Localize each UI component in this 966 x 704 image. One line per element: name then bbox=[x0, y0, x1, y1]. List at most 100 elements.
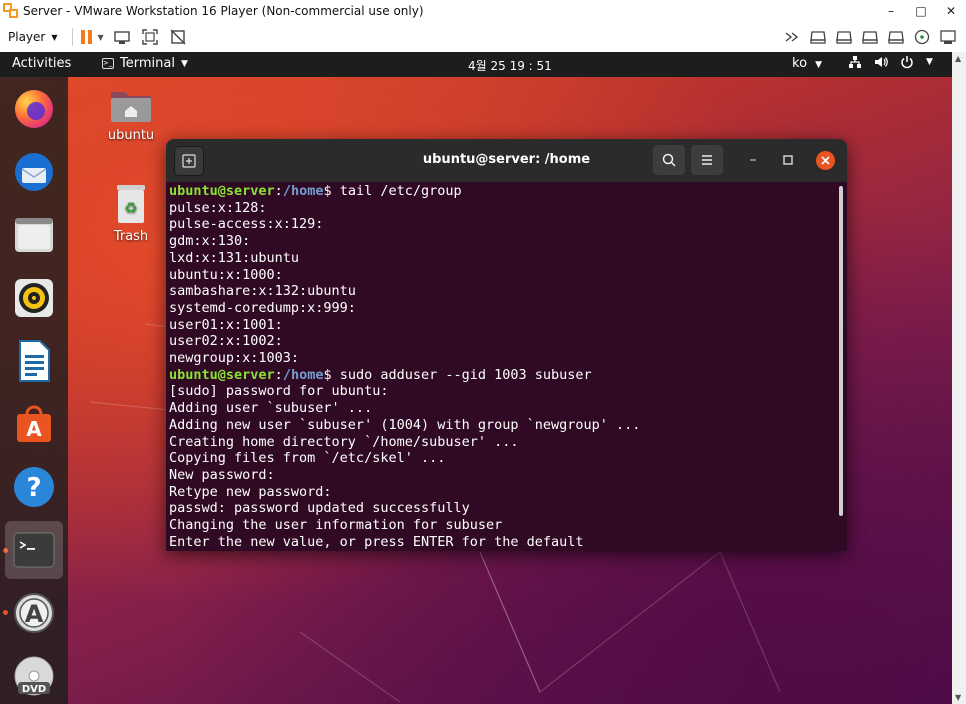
svg-text:DVD: DVD bbox=[22, 684, 46, 695]
libreoffice-writer-icon[interactable] bbox=[12, 339, 56, 383]
output-line: lxd:x:131:ubuntu bbox=[169, 249, 300, 266]
hamburger-menu-button[interactable] bbox=[691, 145, 723, 175]
output-line: sambashare:x:132:ubuntu bbox=[169, 283, 356, 300]
terminal-scrollbar[interactable] bbox=[839, 186, 843, 516]
output-line: Changing the user information for subuse… bbox=[169, 517, 503, 534]
prompt-separator: : bbox=[274, 366, 283, 383]
vmware-titlebar: Server - VMware Workstation 16 Player (N… bbox=[0, 0, 966, 23]
desktop-trash[interactable]: ♻ Trash bbox=[101, 183, 161, 244]
desktop-home-folder[interactable]: ubuntu bbox=[101, 86, 161, 143]
more-devices-icon[interactable] bbox=[782, 27, 802, 47]
chevron-down-icon[interactable]: ▼ bbox=[98, 33, 104, 42]
terminal-icon[interactable] bbox=[5, 521, 63, 579]
app-menu-label: Terminal bbox=[120, 56, 175, 71]
output-line: Retype new password: bbox=[169, 483, 332, 500]
output-line: user01:x:1001: bbox=[169, 316, 283, 333]
output-line: passwd: password updated successfully bbox=[169, 500, 470, 517]
output-line: ubuntu:x:1000: bbox=[169, 266, 283, 283]
output-line: Adding user `subuser' ... bbox=[169, 400, 373, 417]
activities-button[interactable]: Activities bbox=[12, 56, 71, 71]
search-button[interactable] bbox=[653, 145, 685, 175]
prompt-path: /home bbox=[282, 183, 324, 199]
output-line: user02:x:1002: bbox=[169, 333, 283, 350]
minimize-button[interactable]: – bbox=[744, 151, 762, 169]
output-line: pulse-access:x:129: bbox=[169, 216, 324, 233]
prompt-user: ubuntu@server bbox=[169, 366, 275, 383]
vmware-scrollbar[interactable]: ▲ ▼ bbox=[952, 52, 966, 704]
system-tray[interactable]: ▼ bbox=[848, 55, 933, 69]
prompt-symbol: $ bbox=[323, 366, 340, 383]
output-line: Copying files from `/etc/skel' ... bbox=[169, 450, 446, 467]
command: tail /etc/group bbox=[339, 183, 462, 199]
software-updater-icon[interactable]: A bbox=[12, 591, 56, 635]
fullscreen-icon[interactable] bbox=[140, 27, 160, 47]
terminal-text: ubuntu@server:/home$ tail /etc/group pul… bbox=[169, 183, 640, 550]
firefox-icon[interactable] bbox=[12, 87, 56, 131]
files-icon[interactable] bbox=[12, 213, 56, 257]
hard-disk-icon[interactable] bbox=[834, 27, 854, 47]
vmware-logo-icon bbox=[3, 3, 19, 19]
hard-disk-icon[interactable] bbox=[860, 27, 880, 47]
chevron-down-icon: ▼ bbox=[815, 60, 823, 70]
send-ctrl-alt-del-icon[interactable] bbox=[112, 27, 132, 47]
pause-icon[interactable] bbox=[80, 30, 92, 44]
output-line: Adding new user `subuser' (1004) with gr… bbox=[169, 416, 641, 433]
terminal-headerbar[interactable]: ubuntu@server: /home – bbox=[166, 139, 847, 182]
scroll-down-icon[interactable]: ▼ bbox=[955, 693, 961, 702]
app-menu-terminal[interactable]: >_ Terminal ▼ bbox=[102, 56, 188, 71]
output-line: [sudo] password for ubuntu: bbox=[169, 383, 389, 400]
player-menu-label: Player bbox=[8, 30, 46, 44]
minimize-button[interactable]: – bbox=[876, 4, 906, 18]
input-method-menu[interactable]: ko ▼ bbox=[792, 56, 822, 71]
gnome-top-bar: Activities >_ Terminal ▼ 4월 25 19 : 51 k… bbox=[0, 52, 952, 77]
network-icon bbox=[849, 56, 861, 68]
output-line: gdm:x:130: bbox=[169, 233, 251, 250]
prompt-symbol: $ bbox=[323, 183, 340, 199]
output-line: Creating home directory `/home/subuser' … bbox=[169, 433, 519, 450]
ubuntu-software-icon[interactable]: A bbox=[12, 402, 56, 446]
dvd-icon[interactable]: DVD bbox=[12, 654, 56, 698]
maximize-icon bbox=[783, 155, 793, 165]
volume-icon bbox=[875, 57, 888, 67]
svg-text:♻: ♻ bbox=[124, 199, 137, 217]
prompt-user: ubuntu@server bbox=[169, 183, 275, 199]
desktop-trash-label: Trash bbox=[113, 229, 149, 244]
input-method-label: ko bbox=[792, 56, 808, 71]
vmware-toolbar: Player ▼ ▼ bbox=[0, 22, 966, 52]
maximize-button[interactable] bbox=[779, 151, 797, 169]
hard-disk-icon[interactable] bbox=[886, 27, 906, 47]
unity-mode-icon[interactable] bbox=[168, 27, 188, 47]
scroll-up-icon[interactable]: ▲ bbox=[955, 54, 961, 63]
maximize-button[interactable]: □ bbox=[906, 4, 936, 18]
command: sudo adduser --gid 1003 subuser bbox=[339, 366, 592, 383]
prompt-path: /home bbox=[282, 366, 324, 383]
dock: A ? A DVD bbox=[0, 77, 68, 704]
desktop-home-label: ubuntu bbox=[107, 128, 155, 143]
cd-drive-icon[interactable] bbox=[912, 27, 932, 47]
chevron-down-icon: ▼ bbox=[926, 57, 933, 67]
prompt-separator: : bbox=[274, 183, 283, 199]
close-button[interactable]: ✕ bbox=[936, 4, 966, 18]
help-icon[interactable]: ? bbox=[12, 465, 56, 509]
player-menu[interactable]: Player ▼ bbox=[8, 30, 58, 44]
terminal-output[interactable]: ubuntu@server:/home$ tail /etc/group pul… bbox=[166, 182, 847, 551]
trash-icon: ♻ bbox=[117, 185, 145, 223]
running-indicator bbox=[3, 610, 8, 615]
rhythmbox-icon[interactable] bbox=[12, 276, 56, 320]
close-button[interactable] bbox=[816, 151, 835, 170]
close-icon bbox=[821, 156, 830, 165]
thunderbird-icon[interactable] bbox=[12, 150, 56, 194]
vmware-window-title: Server - VMware Workstation 16 Player (N… bbox=[23, 4, 424, 18]
network-adapter-icon[interactable] bbox=[938, 27, 958, 47]
terminal-icon: >_ bbox=[102, 58, 114, 69]
chevron-down-icon: ▼ bbox=[51, 32, 58, 42]
terminal-window[interactable]: ubuntu@server: /home – ubuntu@server:/ho… bbox=[166, 139, 847, 551]
svg-text:?: ? bbox=[26, 473, 41, 503]
power-icon bbox=[901, 56, 913, 69]
search-icon bbox=[662, 153, 676, 167]
svg-text:A: A bbox=[26, 417, 42, 441]
toolbar-divider bbox=[71, 28, 73, 46]
hard-disk-icon[interactable] bbox=[808, 27, 828, 47]
clock[interactable]: 4월 25 19 : 51 bbox=[468, 57, 552, 74]
svg-text:A: A bbox=[25, 600, 44, 628]
